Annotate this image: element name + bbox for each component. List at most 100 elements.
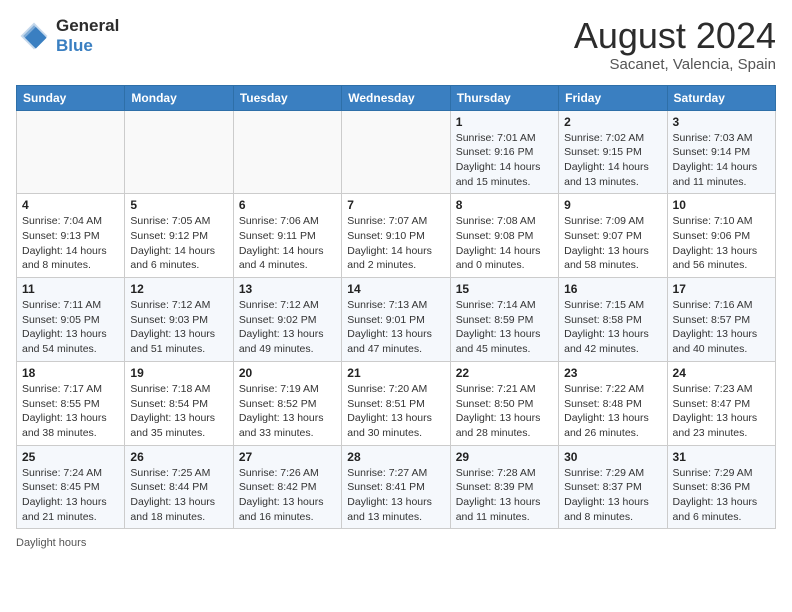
day-info: Sunrise: 7:14 AMSunset: 8:59 PMDaylight:… (456, 298, 553, 357)
calendar-cell: 9 Sunrise: 7:09 AMSunset: 9:07 PMDaylight… (559, 194, 667, 278)
day-number: 18 (22, 366, 119, 380)
day-info: Sunrise: 7:02 AMSunset: 9:15 PMDaylight:… (564, 131, 661, 190)
calendar-cell: 1 Sunrise: 7:01 AMSunset: 9:16 PMDaylight… (450, 110, 558, 194)
day-number: 22 (456, 366, 553, 380)
day-info: Sunrise: 7:22 AMSunset: 8:48 PMDaylight:… (564, 382, 661, 441)
day-info: Sunrise: 7:29 AMSunset: 8:36 PMDaylight:… (673, 466, 770, 525)
day-number: 27 (239, 450, 336, 464)
day-info: Sunrise: 7:25 AMSunset: 8:44 PMDaylight:… (130, 466, 227, 525)
calendar-cell: 7Sunrise: 7:07 AMSunset: 9:10 PMDaylight… (342, 194, 450, 278)
day-number: 24 (673, 366, 770, 380)
day-info: Sunrise: 7:10 AMSunset: 9:06 PMDaylight:… (673, 214, 770, 273)
calendar-cell: 2 Sunrise: 7:02 AMSunset: 9:15 PMDaylight… (559, 110, 667, 194)
day-number: 29 (456, 450, 553, 464)
day-info: Sunrise: 7:13 AMSunset: 9:01 PMDaylight:… (347, 298, 444, 357)
day-info: Sunrise: 7:03 AMSunset: 9:14 PMDaylight:… (673, 131, 770, 190)
day-info: Sunrise: 7:24 AMSunset: 8:45 PMDaylight:… (22, 466, 119, 525)
calendar-table: SundayMondayTuesdayWednesdayThursdayFrid… (16, 85, 776, 530)
day-number: 4 (22, 198, 119, 212)
day-number: 6 (239, 198, 336, 212)
day-info: Sunrise: 7:12 AMSunset: 9:03 PMDaylight:… (130, 298, 227, 357)
calendar-cell (125, 110, 233, 194)
calendar-cell: 12 Sunrise: 7:12 AMSunset: 9:03 PMDayligh… (125, 278, 233, 362)
day-number: 7 (347, 198, 444, 212)
calendar-cell: 4 Sunrise: 7:04 AMSunset: 9:13 PMDaylight… (17, 194, 125, 278)
day-number: 8 (456, 198, 553, 212)
day-info: Sunrise: 7:12 AMSunset: 9:02 PMDaylight:… (239, 298, 336, 357)
calendar-cell: 21 Sunrise: 7:20 AMSunset: 8:51 PMDayligh… (342, 361, 450, 445)
calendar-cell: 5 Sunrise: 7:05 AMSunset: 9:12 PMDaylight… (125, 194, 233, 278)
day-number: 9 (564, 198, 661, 212)
calendar-cell: 18 Sunrise: 7:17 AMSunset: 8:55 PMDayligh… (17, 361, 125, 445)
day-info: Sunrise: 7:09 AMSunset: 9:07 PMDaylight:… (564, 214, 661, 273)
calendar-cell: 3 Sunrise: 7:03 AMSunset: 9:14 PMDaylight… (667, 110, 775, 194)
calendar-week-5: 25 Sunrise: 7:24 AMSunset: 8:45 PMDayligh… (17, 445, 776, 529)
day-info: Sunrise: 7:18 AMSunset: 8:54 PMDaylight:… (130, 382, 227, 441)
day-number: 5 (130, 198, 227, 212)
day-info: Sunrise: 7:29 AMSunset: 8:37 PMDaylight:… (564, 466, 661, 525)
day-number: 31 (673, 450, 770, 464)
calendar-header-friday: Friday (559, 85, 667, 110)
day-number: 17 (673, 282, 770, 296)
logo: General Blue (16, 16, 119, 55)
day-info: Sunrise: 7:04 AMSunset: 9:13 PMDaylight:… (22, 214, 119, 273)
calendar-cell: 10Sunrise: 7:10 AMSunset: 9:06 PMDayligh… (667, 194, 775, 278)
day-info: Sunrise: 7:17 AMSunset: 8:55 PMDaylight:… (22, 382, 119, 441)
day-info: Sunrise: 7:06 AMSunset: 9:11 PMDaylight:… (239, 214, 336, 273)
calendar-cell: 8Sunrise: 7:08 AMSunset: 9:08 PMDaylight… (450, 194, 558, 278)
day-info: Sunrise: 7:01 AMSunset: 9:16 PMDaylight:… (456, 131, 553, 190)
day-number: 15 (456, 282, 553, 296)
calendar-cell: 29 Sunrise: 7:28 AMSunset: 8:39 PMDayligh… (450, 445, 558, 529)
day-number: 3 (673, 115, 770, 129)
calendar-cell: 17 Sunrise: 7:16 AMSunset: 8:57 PMDayligh… (667, 278, 775, 362)
day-number: 30 (564, 450, 661, 464)
day-number: 12 (130, 282, 227, 296)
calendar-cell: 26 Sunrise: 7:25 AMSunset: 8:44 PMDayligh… (125, 445, 233, 529)
calendar-header-saturday: Saturday (667, 85, 775, 110)
calendar-cell: 25 Sunrise: 7:24 AMSunset: 8:45 PMDayligh… (17, 445, 125, 529)
calendar-header-thursday: Thursday (450, 85, 558, 110)
day-number: 25 (22, 450, 119, 464)
calendar-cell: 24 Sunrise: 7:23 AMSunset: 8:47 PMDayligh… (667, 361, 775, 445)
calendar-header-sunday: Sunday (17, 85, 125, 110)
calendar-cell: 14Sunrise: 7:13 AMSunset: 9:01 PMDayligh… (342, 278, 450, 362)
day-number: 20 (239, 366, 336, 380)
calendar-cell: 11 Sunrise: 7:11 AMSunset: 9:05 PMDayligh… (17, 278, 125, 362)
calendar-cell: 19 Sunrise: 7:18 AMSunset: 8:54 PMDayligh… (125, 361, 233, 445)
day-number: 2 (564, 115, 661, 129)
calendar-week-4: 18 Sunrise: 7:17 AMSunset: 8:55 PMDayligh… (17, 361, 776, 445)
calendar-header-tuesday: Tuesday (233, 85, 341, 110)
location-subtitle: Sacanet, Valencia, Spain (574, 56, 776, 73)
month-year-title: August 2024 (574, 16, 776, 56)
calendar-cell: 6 Sunrise: 7:06 AMSunset: 9:11 PMDaylight… (233, 194, 341, 278)
calendar-cell: 27 Sunrise: 7:26 AMSunset: 8:42 PMDayligh… (233, 445, 341, 529)
day-info: Sunrise: 7:28 AMSunset: 8:39 PMDaylight:… (456, 466, 553, 525)
day-info: Sunrise: 7:26 AMSunset: 8:42 PMDaylight:… (239, 466, 336, 525)
day-number: 28 (347, 450, 444, 464)
calendar-week-3: 11 Sunrise: 7:11 AMSunset: 9:05 PMDayligh… (17, 278, 776, 362)
day-number: 26 (130, 450, 227, 464)
day-number: 16 (564, 282, 661, 296)
calendar-cell: 22 Sunrise: 7:21 AMSunset: 8:50 PMDayligh… (450, 361, 558, 445)
day-number: 11 (22, 282, 119, 296)
day-number: 19 (130, 366, 227, 380)
day-info: Sunrise: 7:20 AMSunset: 8:51 PMDaylight:… (347, 382, 444, 441)
calendar-cell: 13Sunrise: 7:12 AMSunset: 9:02 PMDayligh… (233, 278, 341, 362)
calendar-cell (233, 110, 341, 194)
day-info: Sunrise: 7:05 AMSunset: 9:12 PMDaylight:… (130, 214, 227, 273)
day-info: Sunrise: 7:11 AMSunset: 9:05 PMDaylight:… (22, 298, 119, 357)
calendar-cell: 15 Sunrise: 7:14 AMSunset: 8:59 PMDayligh… (450, 278, 558, 362)
calendar-cell (342, 110, 450, 194)
title-block: August 2024 Sacanet, Valencia, Spain (574, 16, 776, 73)
day-number: 1 (456, 115, 553, 129)
calendar-header-monday: Monday (125, 85, 233, 110)
day-number: 21 (347, 366, 444, 380)
calendar-cell: 20Sunrise: 7:19 AMSunset: 8:52 PMDayligh… (233, 361, 341, 445)
calendar-cell (17, 110, 125, 194)
day-info: Sunrise: 7:23 AMSunset: 8:47 PMDaylight:… (673, 382, 770, 441)
day-info: Sunrise: 7:15 AMSunset: 8:58 PMDaylight:… (564, 298, 661, 357)
day-info: Sunrise: 7:16 AMSunset: 8:57 PMDaylight:… (673, 298, 770, 357)
calendar-cell: 16 Sunrise: 7:15 AMSunset: 8:58 PMDayligh… (559, 278, 667, 362)
day-info: Sunrise: 7:21 AMSunset: 8:50 PMDaylight:… (456, 382, 553, 441)
footer-note: Daylight hours (16, 537, 776, 549)
